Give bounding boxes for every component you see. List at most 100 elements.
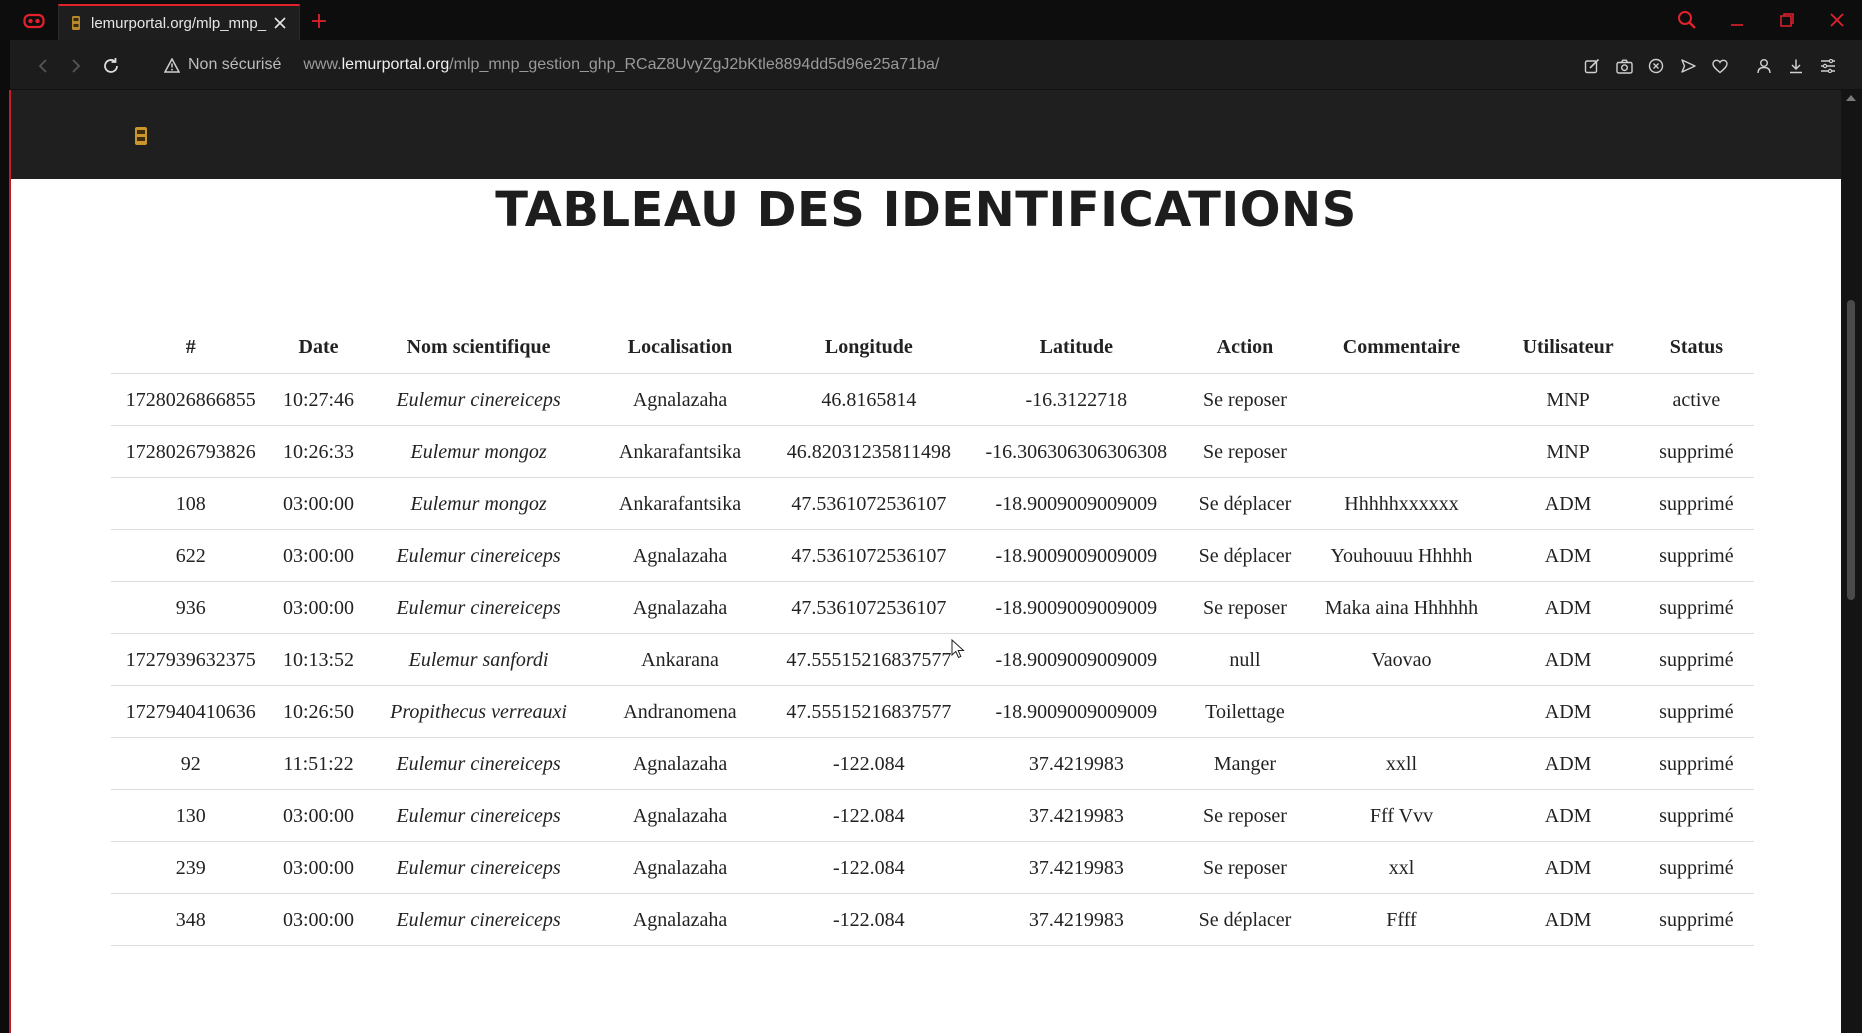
cell-latitude: 37.4219983: [968, 789, 1185, 842]
cell-date: 03:00:00: [270, 893, 367, 946]
cell-user: MNP: [1497, 373, 1639, 426]
scroll-up-icon[interactable]: [1846, 94, 1856, 102]
cell-action: Se déplacer: [1184, 529, 1306, 582]
page-title: TABLEAU DES IDENTIFICATIONS: [495, 182, 1357, 238]
cell-location: Agnalazaha: [590, 373, 770, 426]
cell-id: 1727939632375: [111, 633, 271, 686]
cell-scientific-name: Eulemur mongoz: [366, 477, 591, 530]
cell-id: 130: [111, 789, 271, 842]
page-scrollbar[interactable]: [1841, 90, 1862, 1033]
cell-location: Agnalazaha: [590, 893, 770, 946]
cell-latitude: 37.4219983: [968, 841, 1185, 894]
tab-bar: lemurportal.org/mlp_mnp_: [0, 0, 1862, 40]
cell-longitude: -122.084: [769, 737, 969, 790]
maximize-icon[interactable]: [1762, 0, 1812, 40]
cell-action: Se déplacer: [1184, 893, 1306, 946]
cell-date: 10:27:46: [270, 373, 367, 426]
camera-icon[interactable]: [1608, 53, 1640, 79]
cell-comment: [1305, 373, 1498, 426]
browser-logo-icon[interactable]: [14, 9, 54, 33]
cell-comment: [1305, 425, 1498, 478]
cell-scientific-name: Eulemur cinereiceps: [366, 737, 591, 790]
cell-longitude: -122.084: [769, 841, 969, 894]
cell-comment: Hhhhhxxxxxx: [1305, 477, 1498, 530]
new-tab-icon[interactable]: [306, 8, 332, 34]
cell-status: active: [1638, 373, 1754, 426]
column-header: Utilisateur: [1497, 323, 1639, 374]
cell-id: 108: [111, 477, 271, 530]
download-icon[interactable]: [1780, 53, 1812, 79]
cell-date: 03:00:00: [270, 477, 367, 530]
cell-comment: Maka aina Hhhhhh: [1305, 581, 1498, 634]
cell-action: Se déplacer: [1184, 477, 1306, 530]
cell-latitude: 37.4219983: [968, 893, 1185, 946]
cell-date: 10:26:33: [270, 425, 367, 478]
cell-scientific-name: Eulemur cinereiceps: [366, 841, 591, 894]
cell-scientific-name: Propithecus verreauxi: [366, 685, 591, 738]
warning-icon: [162, 55, 182, 75]
menu-icon[interactable]: [1812, 53, 1844, 79]
cell-latitude: -16.306306306306308: [968, 425, 1185, 478]
cell-action: Se reposer: [1184, 425, 1306, 478]
send-icon[interactable]: [1672, 53, 1704, 79]
close-tab-icon[interactable]: [269, 12, 291, 34]
cell-status: supprimé: [1638, 529, 1754, 582]
cell-id: 622: [111, 529, 271, 582]
column-header: Latitude: [968, 323, 1185, 374]
cell-id: 239: [111, 841, 271, 894]
table-row: 1728026866855 10:27:46 Eulemur cinereiceps…: [111, 373, 1754, 426]
cell-scientific-name: Eulemur sanfordi: [366, 633, 591, 686]
heart-icon[interactable]: [1704, 53, 1736, 79]
cell-status: supprimé: [1638, 841, 1754, 894]
url-text[interactable]: www.lemurportal.org/mlp_mnp_gestion_ghp_…: [303, 56, 939, 74]
cell-longitude: 47.5361072536107: [769, 581, 969, 634]
block-icon[interactable]: [1640, 53, 1672, 79]
forward-icon[interactable]: [63, 53, 89, 79]
cell-user: ADM: [1497, 633, 1639, 686]
cell-latitude: -18.9009009009009: [968, 581, 1185, 634]
search-icon[interactable]: [1662, 0, 1712, 40]
scrollbar-thumb[interactable]: [1847, 300, 1855, 600]
table-header-row: # Date Nom scientifique Localisation Lon…: [111, 323, 1754, 374]
browser-tab[interactable]: lemurportal.org/mlp_mnp_: [58, 4, 300, 40]
address-bar[interactable]: Non sécurisé www.lemurportal.org/mlp_mnp…: [162, 49, 1532, 81]
minimize-icon[interactable]: [1712, 0, 1762, 40]
cell-id: 1728026793826: [111, 425, 271, 478]
site-logo-icon[interactable]: [134, 126, 148, 146]
cell-date: 03:00:00: [270, 789, 367, 842]
cell-latitude: -18.9009009009009: [968, 529, 1185, 582]
cell-longitude: 47.5361072536107: [769, 529, 969, 582]
cell-user: ADM: [1497, 893, 1639, 946]
cell-comment: Youhouuu Hhhhh: [1305, 529, 1498, 582]
cell-date: 03:00:00: [270, 841, 367, 894]
cell-comment: xxl: [1305, 841, 1498, 894]
cell-status: supprimé: [1638, 581, 1754, 634]
edit-icon[interactable]: [1576, 53, 1608, 79]
table-row: 1727939632375 10:13:52 Eulemur sanfordi Ank…: [111, 633, 1754, 686]
close-icon[interactable]: [1812, 0, 1862, 40]
cell-status: supprimé: [1638, 477, 1754, 530]
cell-user: ADM: [1497, 685, 1639, 738]
url-domain: lemurportal.org: [341, 56, 450, 73]
table-row: 108 03:00:00 Eulemur mongoz Ankarafantsika 4…: [111, 477, 1754, 530]
table-row: 130 03:00:00 Eulemur cinereiceps Agnalazaha…: [111, 789, 1754, 842]
cell-id: 92: [111, 737, 271, 790]
user-icon[interactable]: [1748, 53, 1780, 79]
cell-action: Toilettage: [1184, 685, 1306, 738]
cell-date: 11:51:22: [270, 737, 367, 790]
cell-user: ADM: [1497, 737, 1639, 790]
not-secure-label[interactable]: Non sécurisé: [188, 56, 281, 74]
cell-status: supprimé: [1638, 789, 1754, 842]
cell-longitude: 47.5361072536107: [769, 477, 969, 530]
cell-latitude: -18.9009009009009: [968, 633, 1185, 686]
reload-icon[interactable]: [98, 53, 124, 79]
cell-location: Ankarafantsika: [590, 477, 770, 530]
cell-id: 1728026866855: [111, 373, 271, 426]
cell-longitude: -122.084: [769, 789, 969, 842]
cell-latitude: -18.9009009009009: [968, 685, 1185, 738]
back-icon[interactable]: [30, 53, 56, 79]
cell-longitude: 46.8165814: [769, 373, 969, 426]
cell-id: 348: [111, 893, 271, 946]
cell-action: Se reposer: [1184, 373, 1306, 426]
cell-location: Agnalazaha: [590, 789, 770, 842]
